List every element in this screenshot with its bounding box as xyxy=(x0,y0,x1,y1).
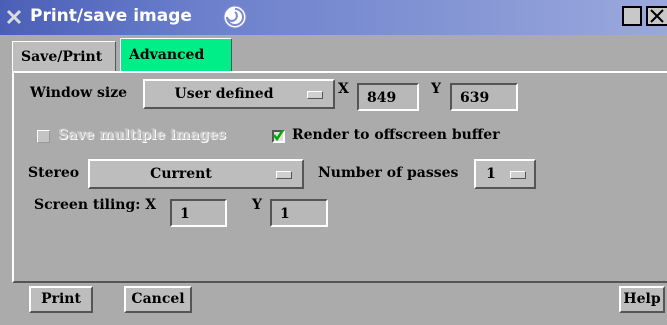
tiling-y-label: Y xyxy=(252,197,262,213)
maximize-button[interactable] xyxy=(622,6,642,26)
offscreen-label: Render to offscreen buffer xyxy=(292,127,500,143)
menu-indicator-icon xyxy=(276,171,292,179)
save-multiple-checkbox[interactable] xyxy=(37,130,50,143)
save-multiple-label: Save multiple images xyxy=(58,127,226,143)
stereo-menu[interactable]: Current xyxy=(88,159,304,189)
print-button[interactable]: Print xyxy=(29,286,93,313)
passes-menu[interactable]: 1 xyxy=(474,159,536,189)
close-icon xyxy=(650,9,664,23)
tiling-x-field[interactable]: 1 xyxy=(170,199,227,227)
window-size-label: Window size xyxy=(30,85,128,101)
menu-indicator-icon xyxy=(307,91,323,99)
help-button[interactable]: Help xyxy=(619,286,665,313)
passes-label: Number of passes xyxy=(318,165,459,181)
window-size-x-field[interactable]: 849 xyxy=(357,83,419,111)
tiling-label: Screen tiling: X xyxy=(34,197,157,213)
checkmark-icon xyxy=(273,130,284,141)
stereo-value: Current xyxy=(150,166,212,182)
window-size-value: User defined xyxy=(174,86,274,102)
close-button[interactable] xyxy=(646,6,667,26)
tiling-y-field[interactable]: 1 xyxy=(270,199,328,227)
tab-advanced[interactable]: Advanced xyxy=(120,38,232,71)
window-size-menu[interactable]: User defined xyxy=(143,79,335,109)
menu-indicator-icon xyxy=(510,171,526,179)
window-size-y-label: Y xyxy=(431,81,441,97)
cancel-button[interactable]: Cancel xyxy=(124,286,192,313)
app-x-icon xyxy=(6,9,22,25)
window-title: Print/save image xyxy=(30,6,192,26)
window-size-y-field[interactable]: 639 xyxy=(450,83,518,111)
swirl-icon xyxy=(223,5,247,29)
title-bar[interactable]: Print/save image xyxy=(0,0,667,35)
window-size-x-label: X xyxy=(338,81,349,97)
tab-save-print[interactable]: Save/Print xyxy=(12,41,116,71)
offscreen-checkbox[interactable] xyxy=(272,130,285,143)
stereo-label: Stereo xyxy=(28,165,80,181)
passes-value: 1 xyxy=(486,166,496,182)
